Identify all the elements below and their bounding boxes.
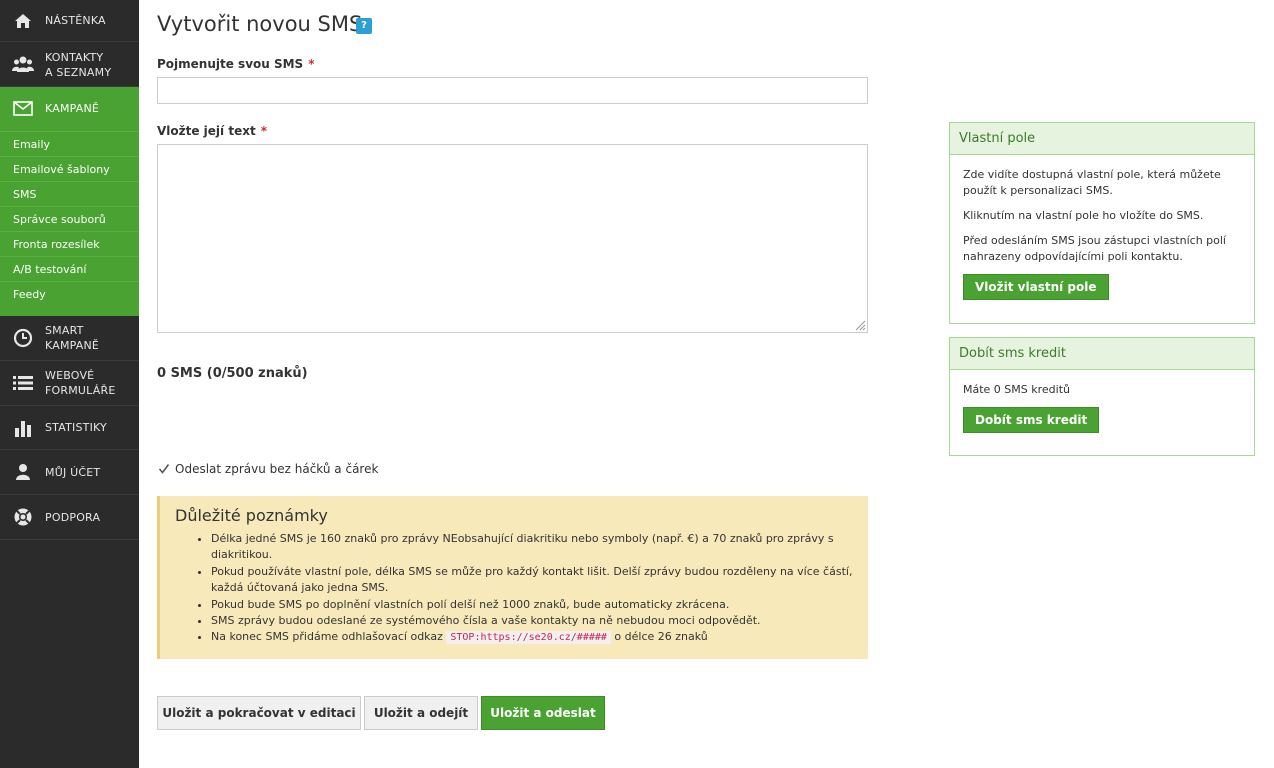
nav-label: KAMPANĚ <box>45 102 100 115</box>
text-field-label: Vložte její text * <box>157 124 267 138</box>
notes-list: Délka jedné SMS je 160 znaků pro zprávy … <box>211 531 853 647</box>
panel-text: Kliknutím na vlastní pole ho vložíte do … <box>963 209 1204 222</box>
list-icon <box>12 372 34 394</box>
insert-custom-field-button[interactable]: Vložit vlastní pole <box>963 274 1109 300</box>
nav-campaigns[interactable]: KAMPANĚ <box>0 87 139 131</box>
campaigns-submenu: Emaily Emailové šablony SMS Správce soub… <box>0 131 139 316</box>
list-item: SMS zprávy budou odeslané ze systémového… <box>211 613 853 629</box>
nav-smart-campaigns[interactable]: SMART KAMPANĚ <box>0 316 139 361</box>
list-item: Délka jedné SMS je 160 znaků pro zprávy … <box>211 531 853 564</box>
nav-label: STATISTIKY <box>45 421 107 434</box>
lifebuoy-icon <box>12 506 34 528</box>
save-continue-button[interactable]: Uložit a pokračovat v editaci <box>157 696 361 730</box>
bar-chart-icon <box>12 417 34 439</box>
sms-text-input[interactable] <box>157 144 868 333</box>
credit-balance: Máte 0 SMS kreditů <box>963 383 1070 396</box>
custom-fields-panel: Vlastní pole Zde vidíte dostupná vlastní… <box>949 122 1255 324</box>
panel-text: Před odesláním SMS jsou zástupci vlastní… <box>963 234 1226 263</box>
submenu-file-manager[interactable]: Správce souborů <box>0 206 139 231</box>
page-title: Vytvořit novou SMS <box>157 12 363 36</box>
help-icon[interactable]: ? <box>356 18 372 34</box>
nav-my-account[interactable]: MŮJ ÚČET <box>0 450 139 495</box>
checkbox-label: Odeslat zprávu bez háčků a čárek <box>175 462 379 476</box>
top-up-credit-button[interactable]: Dobít sms kredit <box>963 407 1100 433</box>
clock-icon <box>12 327 34 349</box>
envelope-icon <box>12 98 34 120</box>
nav-label: NÁSTĚNKA <box>45 14 106 27</box>
nav-contacts[interactable]: KONTAKTY A SEZNAMY <box>0 42 139 87</box>
submenu-sms[interactable]: SMS <box>0 181 139 206</box>
submenu-email-templates[interactable]: Emailové šablony <box>0 156 139 181</box>
checkbox-checked-icon[interactable] <box>157 463 170 476</box>
sms-credit-panel: Dobít sms kredit Máte 0 SMS kreditů Dobí… <box>949 337 1255 456</box>
list-item: Pokud bude SMS po doplnění vlastních pol… <box>211 597 853 613</box>
nav-label: KONTAKTY A SEZNAMY <box>45 51 112 79</box>
users-icon <box>12 53 34 75</box>
sms-counter: 0 SMS (0/500 znaků) <box>157 366 308 381</box>
notes-title: Důležité poznámky <box>175 506 328 525</box>
submenu-emails[interactable]: Emaily <box>0 131 139 156</box>
name-field-label: Pojmenujte svou SMS * <box>157 57 315 71</box>
list-item: Na konec SMS přidáme odhlašovací odkaz S… <box>211 629 853 646</box>
nav-label: WEBOVÉ FORMULÁŘE <box>45 369 116 397</box>
submenu-send-queue[interactable]: Fronta rozesílek <box>0 231 139 256</box>
sidebar: NÁSTĚNKA KONTAKTY A SEZNAMY KAMPANĚ Email… <box>0 0 139 768</box>
nav-support[interactable]: PODPORA <box>0 495 139 540</box>
list-item: Pokud používáte vlastní pole, délka SMS … <box>211 564 853 597</box>
resize-grip-icon[interactable] <box>853 318 866 331</box>
unsubscribe-link-code: STOP:https://se20.cz/##### <box>446 631 611 645</box>
nav-statistics[interactable]: STATISTIKY <box>0 406 139 450</box>
nav-label: MŮJ ÚČET <box>45 466 101 479</box>
no-diacritics-checkbox-row[interactable]: Odeslat zprávu bez háčků a čárek <box>157 462 378 476</box>
nav-web-forms[interactable]: WEBOVÉ FORMULÁŘE <box>0 361 139 406</box>
nav-label: PODPORA <box>45 511 101 524</box>
submenu-ab-testing[interactable]: A/B testování <box>0 256 139 281</box>
panel-title: Dobít sms kredit <box>950 338 1254 370</box>
home-icon <box>12 10 34 32</box>
save-send-button[interactable]: Uložit a odeslat <box>481 696 605 730</box>
panel-title: Vlastní pole <box>950 123 1254 155</box>
panel-text: Zde vidíte dostupná vlastní pole, která … <box>963 168 1221 197</box>
user-icon <box>12 461 34 483</box>
nav-dashboard[interactable]: NÁSTĚNKA <box>0 0 139 42</box>
submenu-feeds[interactable]: Feedy <box>0 281 139 306</box>
save-leave-button[interactable]: Uložit a odejít <box>364 696 478 730</box>
nav-label: SMART KAMPANĚ <box>45 324 100 352</box>
important-notes: Důležité poznámky Délka jedné SMS je 160… <box>157 496 868 659</box>
sms-name-input[interactable] <box>157 77 868 104</box>
